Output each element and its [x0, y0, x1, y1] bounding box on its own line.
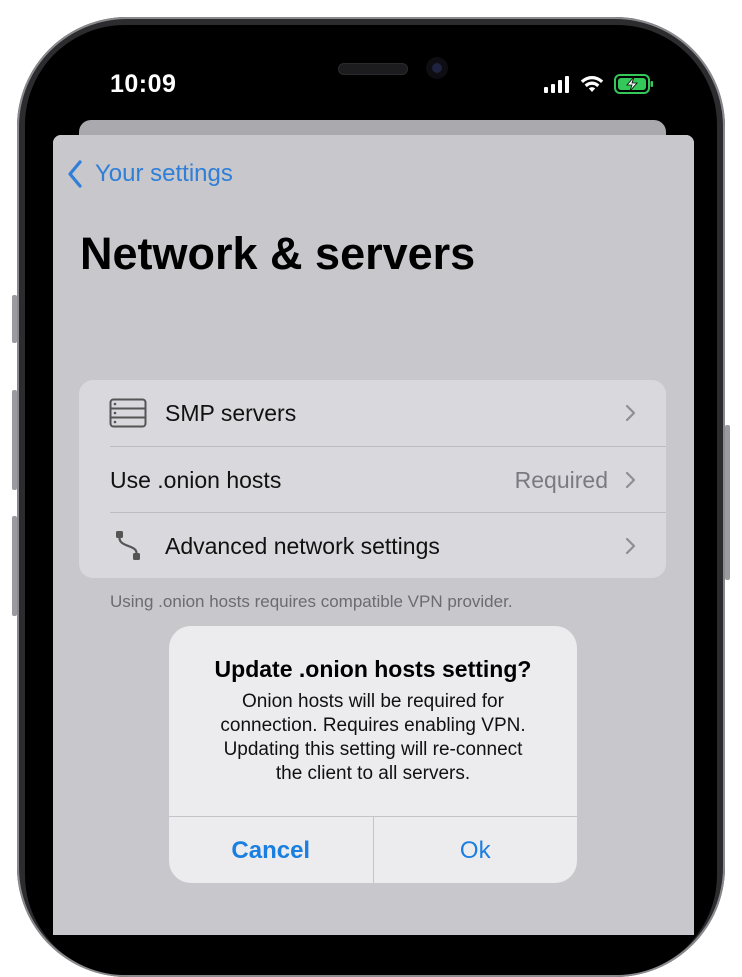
- alert-message-line: Onion hosts will be required for: [242, 691, 504, 712]
- volume-down-button: [12, 516, 17, 616]
- earpiece-speaker: [338, 63, 408, 75]
- page-title: Network & servers: [80, 228, 476, 279]
- advanced-network-settings-label: Advanced network settings: [165, 532, 440, 559]
- chevron-right-icon: [625, 404, 636, 422]
- power-button: [725, 425, 730, 580]
- chevron-right-icon: [625, 471, 636, 489]
- chevron-right-icon: [625, 537, 636, 555]
- ok-button[interactable]: Ok: [374, 817, 578, 883]
- alert-message: Onion hosts will be required for connect…: [189, 690, 557, 786]
- back-button[interactable]: Your settings: [67, 160, 233, 188]
- back-button-label: Your settings: [95, 160, 233, 187]
- use-onion-hosts-label: Use .onion hosts: [110, 466, 282, 493]
- volume-up-button: [12, 390, 17, 490]
- network-settings-list: SMP servers Use .onion hosts Required Ad…: [79, 380, 666, 578]
- update-onion-hosts-alert: Update .onion hosts setting? Onion hosts…: [169, 626, 577, 883]
- server-stack-icon: [109, 394, 147, 432]
- silent-switch: [12, 295, 17, 343]
- chevron-left-icon: [68, 160, 82, 188]
- list-item-smp-servers[interactable]: SMP servers: [79, 380, 666, 446]
- front-camera: [426, 57, 448, 79]
- alert-message-line: connection. Requires enabling VPN.: [220, 715, 526, 736]
- alert-title: Update .onion hosts setting?: [214, 656, 532, 682]
- status-time: 10:09: [110, 70, 177, 98]
- list-item-use-onion-hosts[interactable]: Use .onion hosts Required: [79, 447, 666, 513]
- network-path-icon: [109, 527, 147, 565]
- list-item-advanced-network-settings[interactable]: Advanced network settings: [79, 513, 666, 578]
- cellular-signal-icon: [544, 76, 569, 93]
- battery-charging-icon: [614, 74, 653, 94]
- wifi-icon: [580, 76, 604, 92]
- alert-message-line: the client to all servers.: [275, 763, 471, 784]
- smp-servers-label: SMP servers: [165, 399, 297, 426]
- alert-message-line: Updating this setting will re-connect: [223, 739, 523, 760]
- onion-hosts-footer-note: Using .onion hosts requires compatible V…: [110, 592, 513, 611]
- alert-actions: Cancel Ok: [169, 816, 577, 883]
- onion-hosts-value: Required: [514, 466, 608, 493]
- cancel-button[interactable]: Cancel: [169, 817, 374, 883]
- status-icons: [544, 74, 654, 94]
